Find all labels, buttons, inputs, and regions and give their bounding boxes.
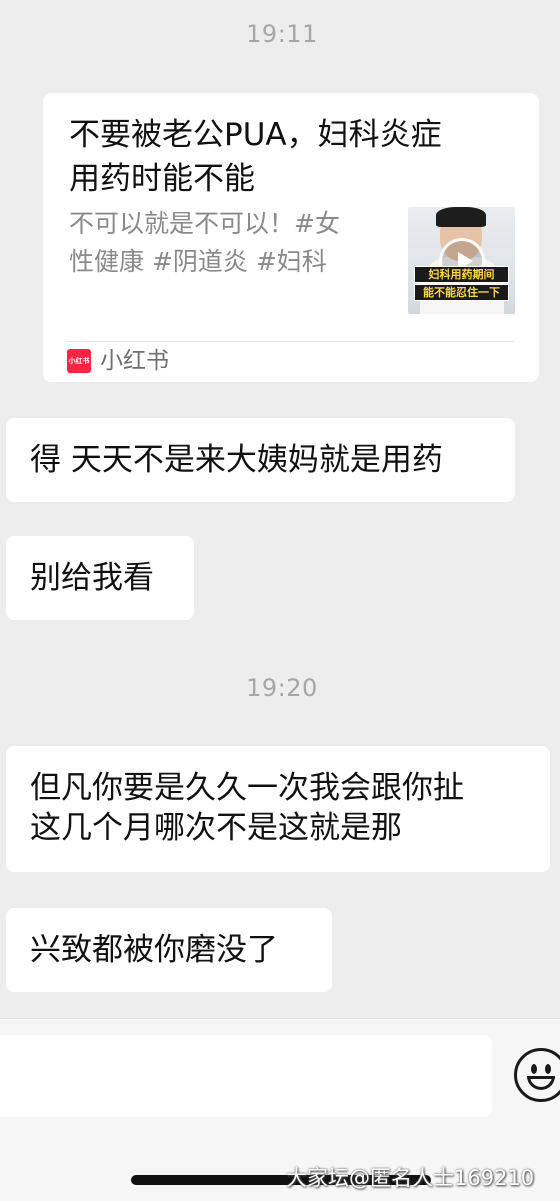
thumbnail-caption: 能不能忍住一下 <box>414 284 509 301</box>
card-title: 不要被老公PUA，妇科炎症 用药时能不能 <box>69 113 519 201</box>
smiley-eye-shape <box>545 1064 551 1074</box>
smiley-face-icon[interactable] <box>514 1048 560 1102</box>
message-input[interactable] <box>0 1035 492 1117</box>
message-bubble[interactable]: 兴致都被你磨没了 <box>6 908 332 992</box>
card-desc-line: 性健康 #阴道炎 #妇科 <box>69 247 327 276</box>
card-description: 不可以就是不可以！#女 性健康 #阴道炎 #妇科 <box>69 205 384 281</box>
timestamp: 19:20 <box>246 674 318 702</box>
message-text: 这几个月哪次不是这就是那 <box>30 810 402 846</box>
shared-link-card[interactable]: 不要被老公PUA，妇科炎症 用药时能不能 不可以就是不可以！#女 性健康 #阴道… <box>43 93 539 382</box>
watermark: 大家坛@匿名人士169210 <box>286 1166 535 1190</box>
xiaohongshu-logo-icon: 小红书 <box>67 349 91 373</box>
video-thumbnail[interactable]: 妇科用药期间 能不能忍住一下 <box>408 207 515 314</box>
smiley-eye-shape <box>531 1064 537 1074</box>
message-bubble[interactable]: 但凡你要是久久一次我会跟你扯 这几个月哪次不是这就是那 <box>6 746 550 872</box>
message-text: 别给我看 <box>30 560 154 596</box>
card-desc-line: 不可以就是不可以！#女 <box>69 209 340 238</box>
timestamp: 19:11 <box>246 20 318 48</box>
thumbnail-caption: 妇科用药期间 <box>414 266 509 283</box>
doctor-hair-shape <box>436 207 486 227</box>
card-divider <box>67 341 515 342</box>
card-title-line: 用药时能不能 <box>69 161 255 197</box>
smiley-mouth-shape <box>527 1076 555 1090</box>
message-bubble[interactable]: 得 天天不是来大姨妈就是用药 <box>6 418 515 502</box>
message-text: 但凡你要是久久一次我会跟你扯 <box>30 770 464 806</box>
message-bubble[interactable]: 别给我看 <box>6 536 194 620</box>
message-text: 得 天天不是来大姨妈就是用药 <box>30 442 443 478</box>
card-title-line: 不要被老公PUA，妇科炎症 <box>69 117 442 153</box>
card-source-name: 小红书 <box>100 348 169 374</box>
message-text: 兴致都被你磨没了 <box>30 932 278 968</box>
